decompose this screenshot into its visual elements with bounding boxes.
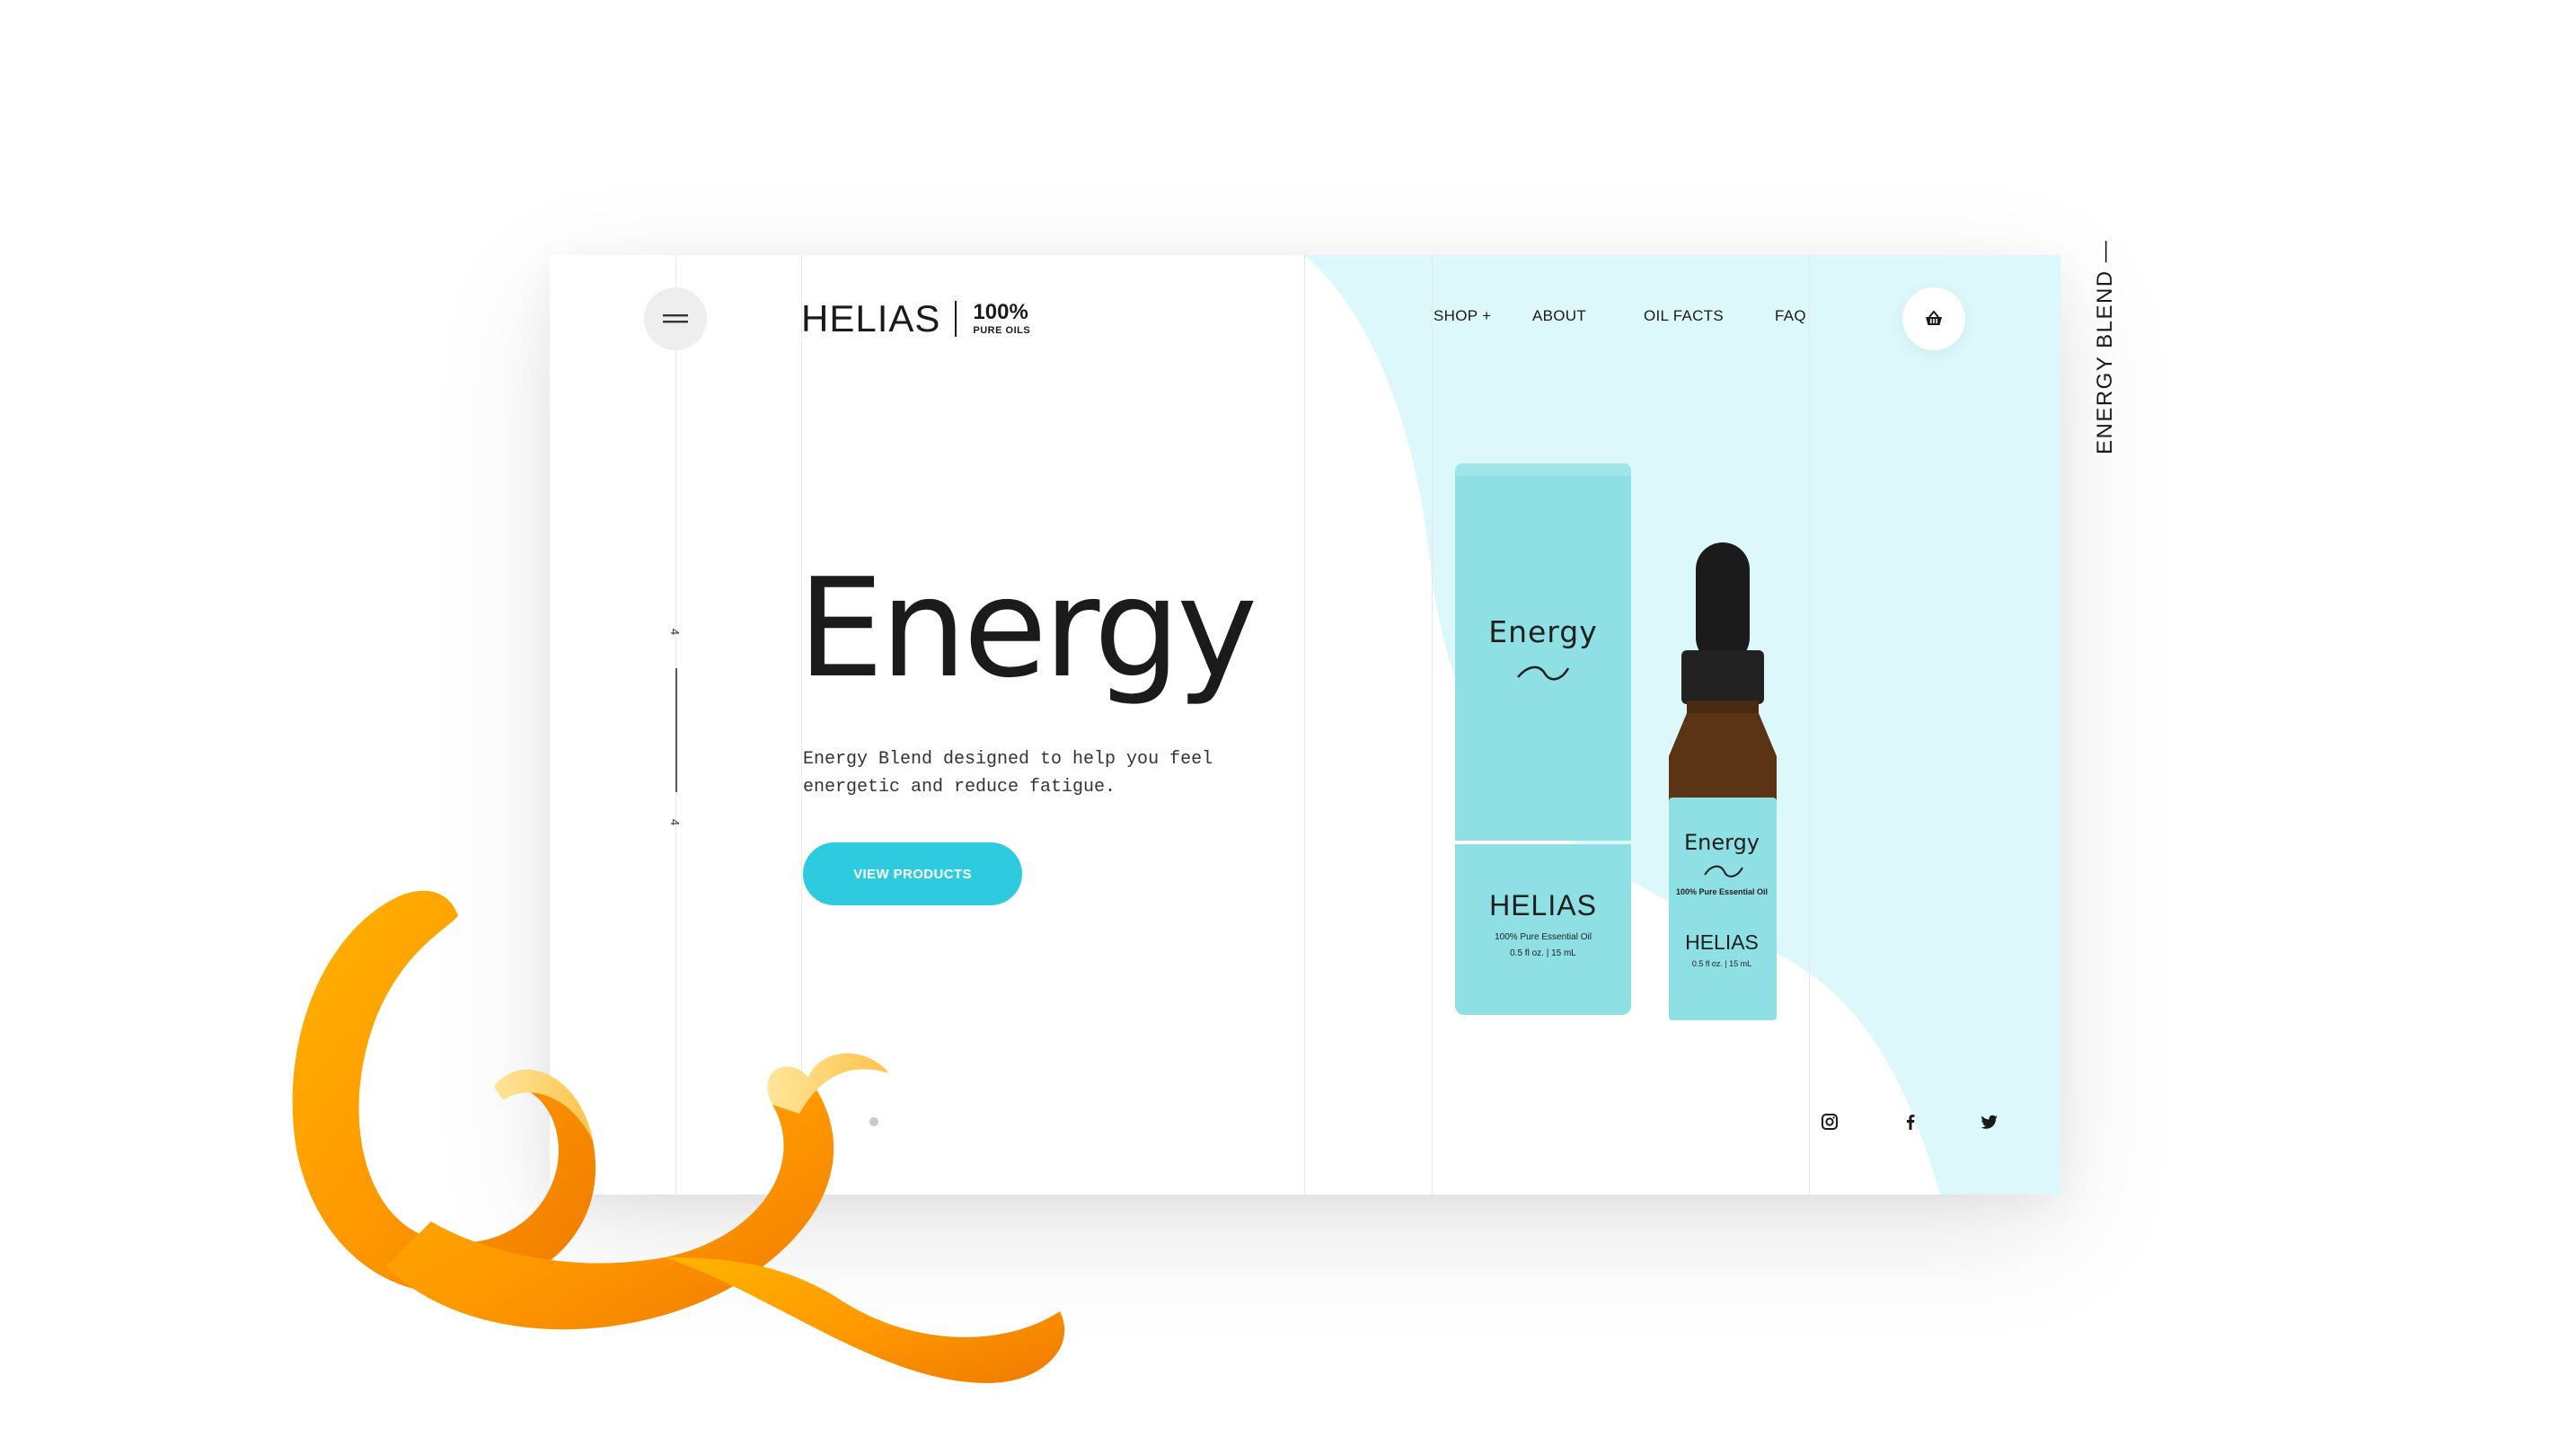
bottle-subtitle: 100% Pure Essential Oil	[1675, 887, 1769, 896]
twitter-icon[interactable]	[1980, 1112, 1999, 1132]
tube-volume: 0.5 fl oz. | 15 mL	[1510, 948, 1576, 958]
slide-progress	[675, 668, 677, 792]
slide-total: 4	[668, 818, 683, 826]
cart-button[interactable]	[1902, 287, 1965, 350]
product-tube-cap	[1455, 463, 1631, 841]
tube-rim	[1455, 463, 1631, 476]
tube-subtitle: 100% Pure Essential Oil	[1495, 932, 1592, 942]
brand-tag: 100% PURE OILS	[973, 302, 1030, 336]
nav-oil-facts[interactable]: OIL FACTS	[1644, 307, 1724, 325]
basket-icon	[1926, 310, 1942, 325]
brand-tagline: PURE OILS	[973, 325, 1031, 336]
tube-title: Energy	[1488, 614, 1598, 649]
menu-button[interactable]	[644, 287, 707, 350]
hero-title: Energy	[798, 549, 1257, 708]
wave-icon	[1704, 865, 1743, 877]
side-label-text: ENERGY BLEND —	[2093, 239, 2117, 454]
grid-line	[1432, 255, 1433, 1195]
dropper-bottle	[1669, 542, 1777, 1020]
grid-line	[1809, 255, 1810, 1195]
bottle-volume: 0.5 fl oz. | 15 mL	[1691, 959, 1752, 968]
brand-name: HELIAS	[801, 297, 941, 339]
brand-logo[interactable]: HELIAS 100% PURE OILS	[801, 296, 1030, 341]
product-tube-base	[1455, 844, 1631, 1015]
tube-brand: HELIAS	[1489, 889, 1597, 921]
brand-percent: 100%	[973, 300, 1028, 324]
side-label: ENERGY BLEND —	[2087, 240, 2123, 471]
grid-line	[1304, 255, 1305, 1195]
hero-description: Energy Blend designed to help you feel e…	[803, 749, 1213, 798]
orange-peel-image	[292, 890, 1065, 1383]
slide-current: 4	[668, 628, 683, 636]
nav-faq[interactable]: FAQ	[1775, 307, 1806, 325]
hamburger-icon	[663, 314, 688, 323]
instagram-icon[interactable]	[1820, 1112, 1839, 1132]
wave-icon	[1517, 666, 1570, 681]
bottle-brand: HELIAS	[1685, 930, 1759, 954]
nav-about[interactable]: ABOUT	[1532, 307, 1586, 325]
nav-shop[interactable]: SHOP +	[1434, 307, 1491, 325]
bottle-title: Energy	[1683, 830, 1760, 855]
facebook-icon[interactable]	[1901, 1112, 1920, 1132]
logo-divider	[955, 301, 957, 337]
